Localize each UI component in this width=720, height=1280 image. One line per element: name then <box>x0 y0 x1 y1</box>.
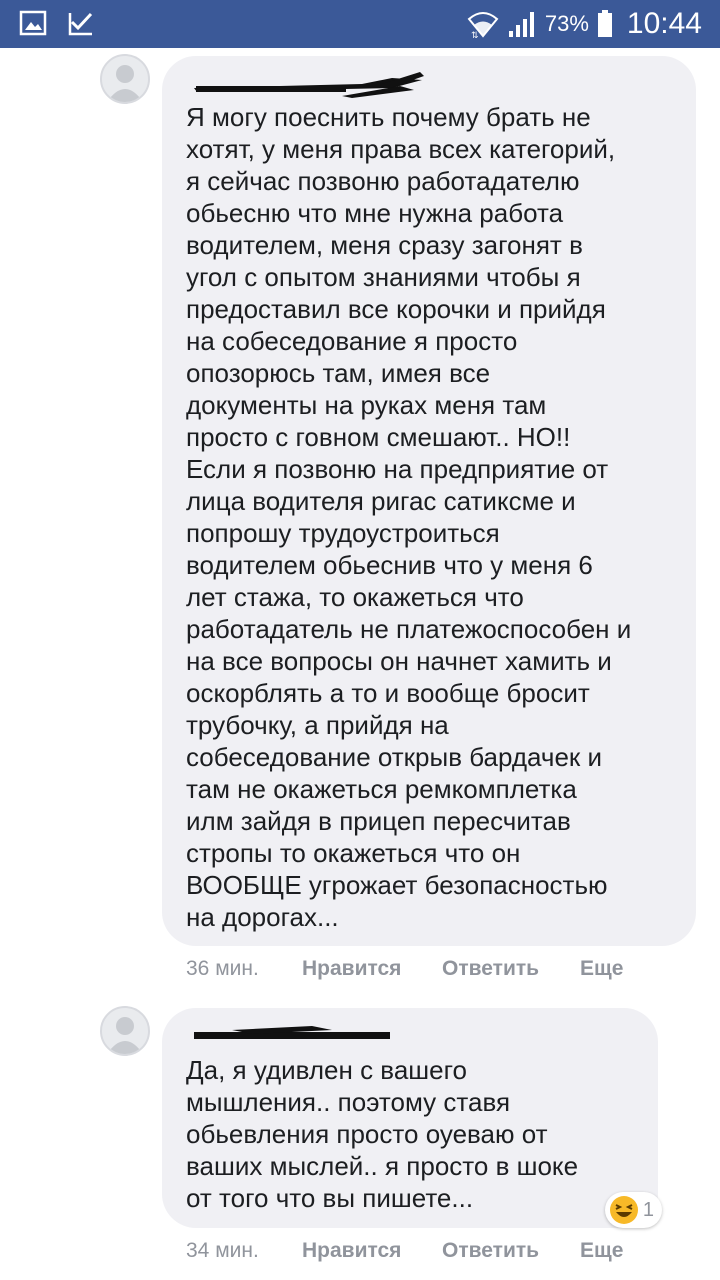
status-bar: ⇅ 73% 10:44 <box>0 0 720 48</box>
avatar[interactable] <box>100 54 150 104</box>
signal-icon <box>508 12 534 37</box>
clock-time: 10:44 <box>626 7 702 40</box>
reply-button[interactable]: Ответить <box>442 957 580 981</box>
comment-timestamp: 34 мин. <box>186 1239 259 1262</box>
comment-text: Я могу поеснить почему брать не хотят, у… <box>186 102 632 932</box>
comment-actions: 36 мин. Нравится Ответить Еще <box>186 957 623 981</box>
comment-actions: 34 мин. Нравится Ответить Еще <box>186 1239 623 1263</box>
battery-percent: 73% <box>544 11 589 36</box>
like-button[interactable]: Нравится <box>302 1239 442 1263</box>
redacted-author-name <box>194 1026 390 1039</box>
like-button[interactable]: Нравится <box>302 957 442 981</box>
reaction-badge[interactable]: 1 <box>604 1192 662 1228</box>
default-avatar-icon <box>107 1017 143 1054</box>
laughing-emoji-icon <box>609 1196 638 1224</box>
comment-bubble[interactable]: Я могу поеснить почему брать не хотят, у… <box>162 56 696 946</box>
reaction-count: 1 <box>642 1198 654 1221</box>
wifi-icon: ⇅ <box>467 12 499 39</box>
more-button[interactable]: Еще <box>580 1239 623 1263</box>
comment-timestamp: 36 мин. <box>186 957 259 980</box>
battery-icon <box>597 10 612 37</box>
reply-button[interactable]: Ответить <box>442 1239 580 1263</box>
default-avatar-icon <box>107 65 143 102</box>
more-button[interactable]: Еще <box>580 957 623 981</box>
check-notification-icon <box>68 12 93 36</box>
avatar[interactable] <box>100 1006 150 1056</box>
redacted-author-name <box>194 72 424 98</box>
gallery-notification-icon <box>19 10 47 36</box>
comment-bubble[interactable]: Да, я удивлен с вашего мышления.. поэтом… <box>162 1008 662 1228</box>
svg-text:⇅: ⇅ <box>471 30 479 39</box>
